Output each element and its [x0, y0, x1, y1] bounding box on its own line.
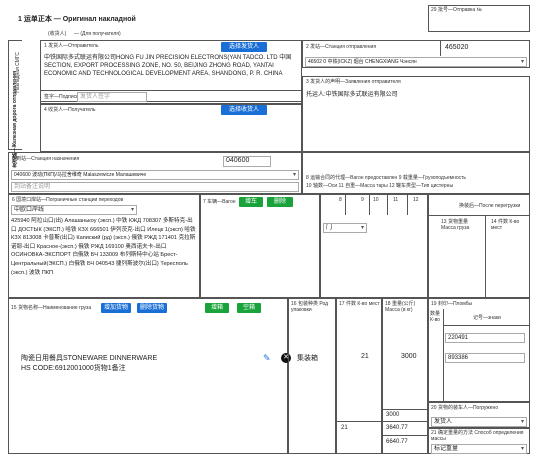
- loader-label: 20 货物的装车人—Погружено: [431, 405, 499, 411]
- wagon-col-11: 11: [393, 197, 399, 203]
- seal-input-2[interactable]: 893386: [445, 353, 525, 363]
- carrier-label: 8 运输合同的代理—Вагон предоставлен 9 载重量—Грузо…: [306, 175, 466, 181]
- wagon-label: 7 车辆—Вагон: [203, 199, 236, 205]
- select-sender-button[interactable]: 选择发货人: [221, 42, 267, 52]
- weight-total-3[interactable]: 6640.77: [386, 439, 408, 445]
- sender-address[interactable]: 中铁国际多式联运有限公司HONG FU JIN PRECISION ELECTR…: [44, 54, 299, 78]
- border-text[interactable]: 425940 阿拉山口(出) Алашанькоу (эксп.) 中铁 КЖД…: [11, 217, 197, 277]
- wagon-col-line-3: [387, 195, 388, 215]
- weight-total-2[interactable]: 3640.77: [386, 425, 408, 431]
- count-box: 17 件数 К-во мест 21 21: [336, 298, 382, 454]
- add-goods-button[interactable]: 增加货物: [101, 303, 131, 313]
- wagon-col-12: 12: [413, 197, 419, 203]
- side-label-smgs: Накладная СМГС: [15, 52, 21, 93]
- sender-label: 1 发货人—Отправитель: [44, 43, 99, 49]
- empty-container-button[interactable]: 空箱: [237, 303, 261, 313]
- pack-box: 16 包装种类 Род упаковки 集装箱: [288, 298, 336, 454]
- count-total[interactable]: 21: [341, 425, 348, 431]
- delete-wagon-button[interactable]: 删除: [267, 197, 293, 207]
- station-from-code-box: [440, 40, 441, 56]
- weight-value[interactable]: 3000: [401, 353, 417, 360]
- reload-divider: [429, 215, 529, 216]
- wagon-cols-box: 8 9 10 11 12 门: [320, 194, 428, 298]
- wagon-col-line-2: [369, 195, 370, 215]
- goods-count-label: 14 件数 К-во мест: [491, 219, 520, 231]
- station-to-note-input[interactable]: 到站备注说明: [11, 182, 299, 192]
- weight-line-3: [383, 435, 427, 436]
- goods-name[interactable]: 陶瓷日用餐具STONEWARE DINNERWARE: [21, 353, 157, 363]
- statement-label: 3 发货人的声明—Заявления отправителя: [306, 79, 401, 85]
- sign-label: 签字—Подпись: [44, 94, 79, 100]
- seal-header-line: [443, 325, 529, 326]
- seal-col-line: [443, 309, 444, 401]
- pack-value[interactable]: 集装箱: [297, 353, 318, 363]
- station-to-label: 5 到站—Станция назначения: [12, 156, 80, 162]
- carrier-label-2: 9 载重量—Грузоподъемность: [398, 175, 467, 181]
- wagon-type-select[interactable]: 门: [323, 223, 367, 233]
- station-to-box: 5 到站—Станция назначения 040600 040600 波动…: [8, 152, 302, 194]
- reload-col-line: [485, 215, 486, 297]
- weight-box: 18 重量(公斤) Масса (в кг) 3000 3000 3640.77…: [382, 298, 428, 454]
- carrier-label-3: 10 轴数—Оси 11 自重—Масса тары 12 罐车类型—Тип ц…: [306, 183, 454, 189]
- consignee-box: 4 收货人—Получатель 选择收货人: [40, 104, 302, 152]
- method-box: 21 确定重量的方法 Способ определения массы 标记重量: [428, 428, 530, 454]
- border-select[interactable]: 中欧口岸线: [11, 205, 137, 215]
- seal-label: 19 封印—Пломбы: [431, 301, 473, 307]
- carrier-label-1: 8 运输合同的代理—Вагон предоставлен: [306, 175, 399, 181]
- method-select[interactable]: 标记重量: [431, 444, 527, 454]
- batch-label: 29 批号—Отправка №: [431, 7, 482, 13]
- goods-box: 15 货物名称—Наименование груза 增加货物 删除货物 增箱 …: [8, 298, 291, 454]
- weight-total-1[interactable]: 3000: [386, 412, 399, 418]
- copy-label-ru: — (Для получателя): [74, 31, 121, 37]
- seal-qty-label: 数量 К-во: [430, 311, 441, 323]
- border-label: 6 国境口岸站—Пограничные станции переходов: [12, 197, 124, 203]
- border-box: 6 国境口岸站—Пограничные станции переходов 中欧…: [8, 194, 200, 298]
- loader-select[interactable]: 发货人: [431, 417, 527, 427]
- carrier-box: 8 运输合同的代理—Вагон предоставлен 9 载重量—Грузо…: [302, 152, 530, 194]
- count-total-line: [337, 421, 381, 422]
- wagon-col-10: 10: [373, 197, 379, 203]
- wagon-col-9: 9: [361, 197, 364, 203]
- add-container-button[interactable]: 增箱: [205, 303, 229, 313]
- seal-box: 19 封印—Пломбы 数量 К-во 记号—знаки 220491 893…: [428, 298, 530, 402]
- reload-box: 换装后—После перегрузки 13 货物重量 Масса груза…: [428, 194, 530, 298]
- add-wagon-button[interactable]: 增车: [239, 197, 263, 207]
- station-from-select[interactable]: 46502 0 中铁(ICKZ) 烟台 CHENGXIANG Чэнсян: [305, 57, 527, 67]
- weight-label: 18 重量(公斤) Масса (в кг): [385, 301, 416, 313]
- wagon-box: 7 车辆—Вагон 增车 删除: [200, 194, 320, 298]
- form-title: 1 运单正本 — Оригинал накладной: [18, 16, 136, 23]
- seal-input-1[interactable]: 220491: [445, 333, 525, 343]
- wagon-col-line-4: [407, 195, 408, 215]
- goods-hs-code[interactable]: HS CODE:6912001000货物1备注: [21, 363, 126, 373]
- sender-sign-input[interactable]: 发货人签字: [77, 92, 147, 102]
- consignee-label: 4 收货人—Получатель: [44, 107, 96, 113]
- method-label: 21 确定重量的方法 Способ определения массы: [431, 430, 524, 442]
- seal-mark-label: 记号—знаки: [473, 315, 501, 321]
- goods-weight-label: 13 货物重量 Масса груза: [441, 219, 470, 231]
- weight-line-1: [383, 409, 427, 410]
- edit-icon[interactable]: ✎: [263, 353, 271, 364]
- statement-box: 3 发货人的声明—Заявления отправителя 托运人:中铁国际多…: [302, 76, 530, 152]
- wagon-col-8: 8: [339, 197, 342, 203]
- count-label: 17 件数 К-во мест: [339, 301, 380, 307]
- pack-label: 16 包装种类 Род упаковки: [291, 301, 329, 313]
- count-value[interactable]: 21: [361, 353, 369, 360]
- weight-line-2: [383, 421, 427, 422]
- statement-text[interactable]: 托运人:中铁国际多式联运有限公司: [306, 89, 398, 98]
- reload-label: 换装后—После перегрузки: [459, 203, 521, 209]
- batch-box: 29 批号—Отправка №: [428, 5, 530, 32]
- select-consignee-button[interactable]: 选择收货人: [221, 105, 267, 115]
- copy-label: (收货人): [48, 31, 67, 37]
- station-from-code[interactable]: 465020: [445, 44, 468, 51]
- sign-box: 签字—Подпись 发货人签字: [40, 90, 302, 104]
- station-to-code[interactable]: 040600: [223, 156, 271, 167]
- loader-box: 20 货物的装车人—Погружено 发货人: [428, 402, 530, 428]
- wagon-col-line-1: [345, 195, 346, 215]
- station-from-box: 2 发站—Станция отправления 465020 46502 0 …: [302, 40, 530, 68]
- delete-goods-button[interactable]: 删除货物: [137, 303, 167, 313]
- station-from-label: 2 发站—Станция отправления: [306, 44, 377, 50]
- goods-label: 15 货物名称—Наименование груза: [11, 305, 92, 311]
- station-to-select[interactable]: 040600 波动(ПКП)/马拉舍维奇 Malaszewicze Малаше…: [11, 170, 299, 180]
